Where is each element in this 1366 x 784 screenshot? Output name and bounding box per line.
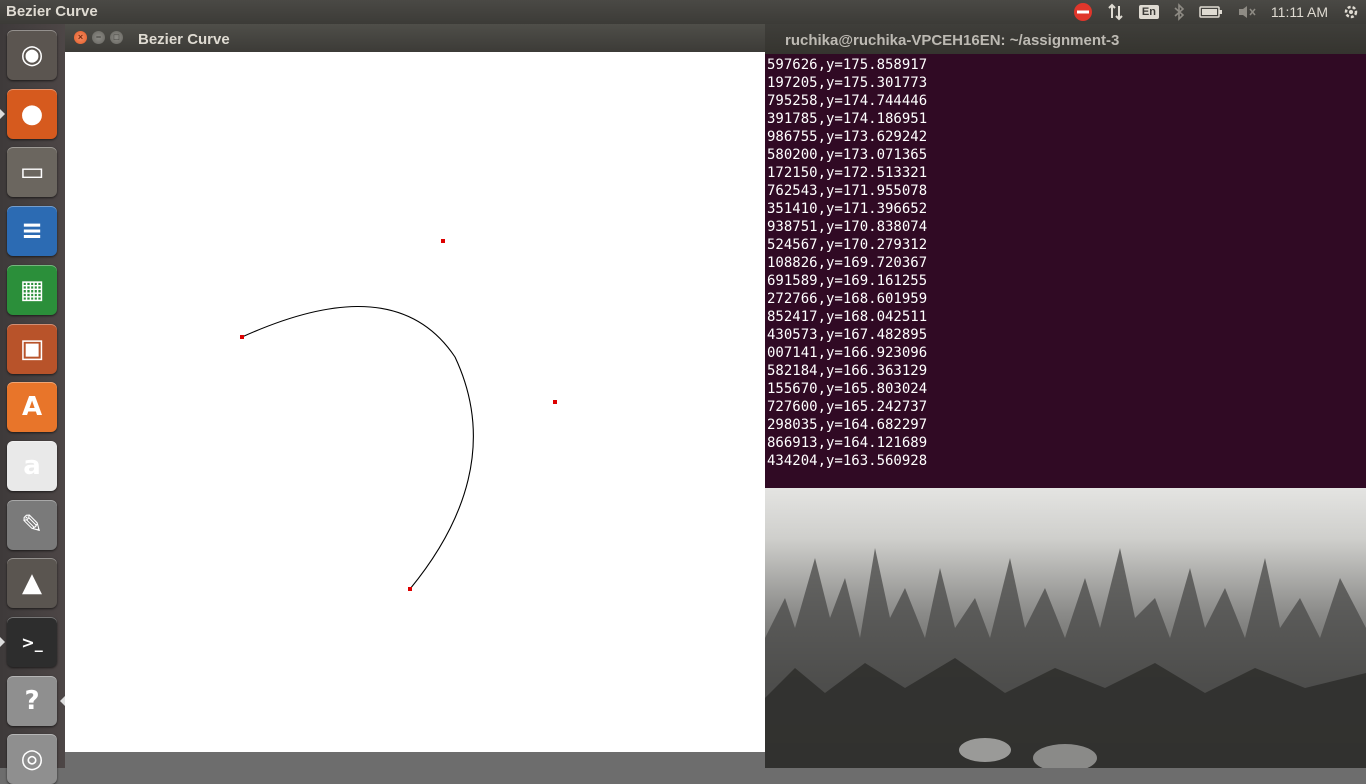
no-entry-icon[interactable] (1073, 2, 1093, 22)
bezier-window-titlebar[interactable]: × − □ Bezier Curve (65, 24, 765, 52)
unknown-app-glyph: ? (24, 685, 40, 716)
desktop-wallpaper (765, 488, 1366, 768)
calc-glyph: ▦ (19, 274, 45, 305)
vlc-glyph: ▲ (22, 568, 42, 599)
writer-icon[interactable]: ≡ (7, 206, 57, 257)
terminal-line: 852417,y=168.042511 (767, 309, 928, 325)
control-point-3[interactable] (553, 400, 557, 404)
ubuntu-dash-icon[interactable]: ◉ (7, 30, 57, 80)
bezier-canvas[interactable] (65, 52, 765, 752)
amazon-icon[interactable]: a (7, 440, 57, 491)
terminal-line: 391785,y=174.186951 (767, 111, 928, 127)
terminal-line: 108826,y=169.720367 (767, 255, 928, 271)
close-button[interactable]: × (74, 31, 87, 44)
control-point-1[interactable] (240, 335, 244, 339)
maximize-button[interactable]: □ (110, 31, 123, 44)
terminal-line: 197205,y=175.301773 (767, 75, 928, 91)
minimize-button[interactable]: − (92, 31, 105, 44)
calc-icon[interactable]: ▦ (7, 264, 57, 315)
firefox-glyph: ● (20, 98, 44, 129)
system-settings-icon[interactable]: ✎ (7, 499, 57, 550)
keyboard-language-indicator[interactable]: En (1138, 5, 1159, 19)
firefox-icon[interactable]: ● (7, 88, 57, 139)
amazon-glyph: a (23, 450, 41, 481)
language-badge: En (1138, 5, 1159, 19)
terminal-line: 727600,y=165.242737 (767, 399, 928, 415)
terminal-line: 866913,y=164.121689 (767, 435, 928, 451)
launcher: ◉ ● ▭ ≡ ▦ ▣ Aa ✎ ▲ >_? ◎ (0, 24, 65, 784)
system-settings-glyph: ✎ (21, 509, 43, 540)
software-center-glyph: A (21, 392, 43, 423)
terminal-line: 434204,y=163.560928 (767, 453, 928, 469)
terminal-line: 524567,y=170.279312 (767, 237, 928, 253)
terminal-line: 430573,y=167.482895 (767, 327, 928, 343)
bezier-curve-window[interactable]: × − □ Bezier Curve (65, 24, 765, 752)
battery-icon[interactable] (1199, 5, 1223, 19)
top-panel: Bezier Curve En 11:11 AM (0, 0, 1366, 24)
terminal-window[interactable]: ruchika@ruchika-VPCEH16EN: ~/assignment-… (765, 24, 1366, 488)
system-tray: En 11:11 AM (1073, 0, 1366, 24)
impress-glyph: ▣ (19, 333, 45, 364)
dvd-glyph: ◎ (20, 744, 44, 775)
running-indicator (0, 637, 5, 647)
files-glyph: ▭ (19, 157, 45, 188)
bezier-curve (241, 306, 474, 590)
volume-muted-icon[interactable] (1237, 4, 1257, 20)
terminal-line: 986755,y=173.629242 (767, 129, 928, 145)
gear-icon[interactable] (1342, 3, 1360, 21)
terminal-line: 351410,y=171.396652 (767, 201, 928, 217)
network-arrows-icon[interactable] (1107, 3, 1125, 21)
ubuntu-dash-glyph: ◉ (20, 40, 44, 70)
terminal-line: 172150,y=172.513321 (767, 165, 928, 181)
terminal-titlebar[interactable]: ruchika@ruchika-VPCEH16EN: ~/assignment-… (765, 24, 1366, 54)
terminal-line: 298035,y=164.682297 (767, 417, 928, 433)
terminal-glyph: >_ (21, 632, 43, 652)
terminal-line: 582184,y=166.363129 (767, 363, 928, 379)
terminal-line: 795258,y=174.744446 (767, 93, 928, 109)
terminal-line: 597626,y=175.858917 (767, 57, 928, 73)
impress-icon[interactable]: ▣ (7, 323, 57, 374)
clock[interactable]: 11:11 AM (1271, 4, 1328, 20)
dvd-icon[interactable]: ◎ (7, 734, 57, 784)
vlc-icon[interactable]: ▲ (7, 558, 57, 609)
running-indicator (0, 108, 5, 119)
terminal-line: 580200,y=173.071365 (767, 147, 928, 163)
writer-glyph: ≡ (21, 216, 43, 247)
terminal-line: 691589,y=169.161255 (767, 273, 928, 289)
terminal-icon[interactable]: >_ (7, 617, 57, 667)
active-app-title: Bezier Curve (6, 3, 98, 20)
terminal-output[interactable]: 597626,y=175.858917 197205,y=175.301773 79… (767, 56, 927, 470)
terminal-line: 155670,y=165.803024 (767, 381, 928, 397)
files-icon[interactable]: ▭ (7, 147, 57, 198)
terminal-line: 938751,y=170.838074 (767, 219, 928, 235)
bluetooth-icon[interactable] (1173, 3, 1185, 21)
control-point-4[interactable] (408, 587, 412, 591)
terminal-line: 272766,y=168.601959 (767, 291, 928, 307)
terminal-title: ruchika@ruchika-VPCEH16EN: ~/assignment-… (785, 32, 1120, 49)
terminal-line: 762543,y=171.955078 (767, 183, 928, 199)
bezier-window-title: Bezier Curve (138, 31, 230, 48)
software-center-icon[interactable]: A (7, 382, 57, 433)
control-point-2[interactable] (441, 239, 445, 243)
unknown-app-icon[interactable]: ? (7, 675, 57, 726)
terminal-line: 007141,y=166.923096 (767, 345, 928, 361)
